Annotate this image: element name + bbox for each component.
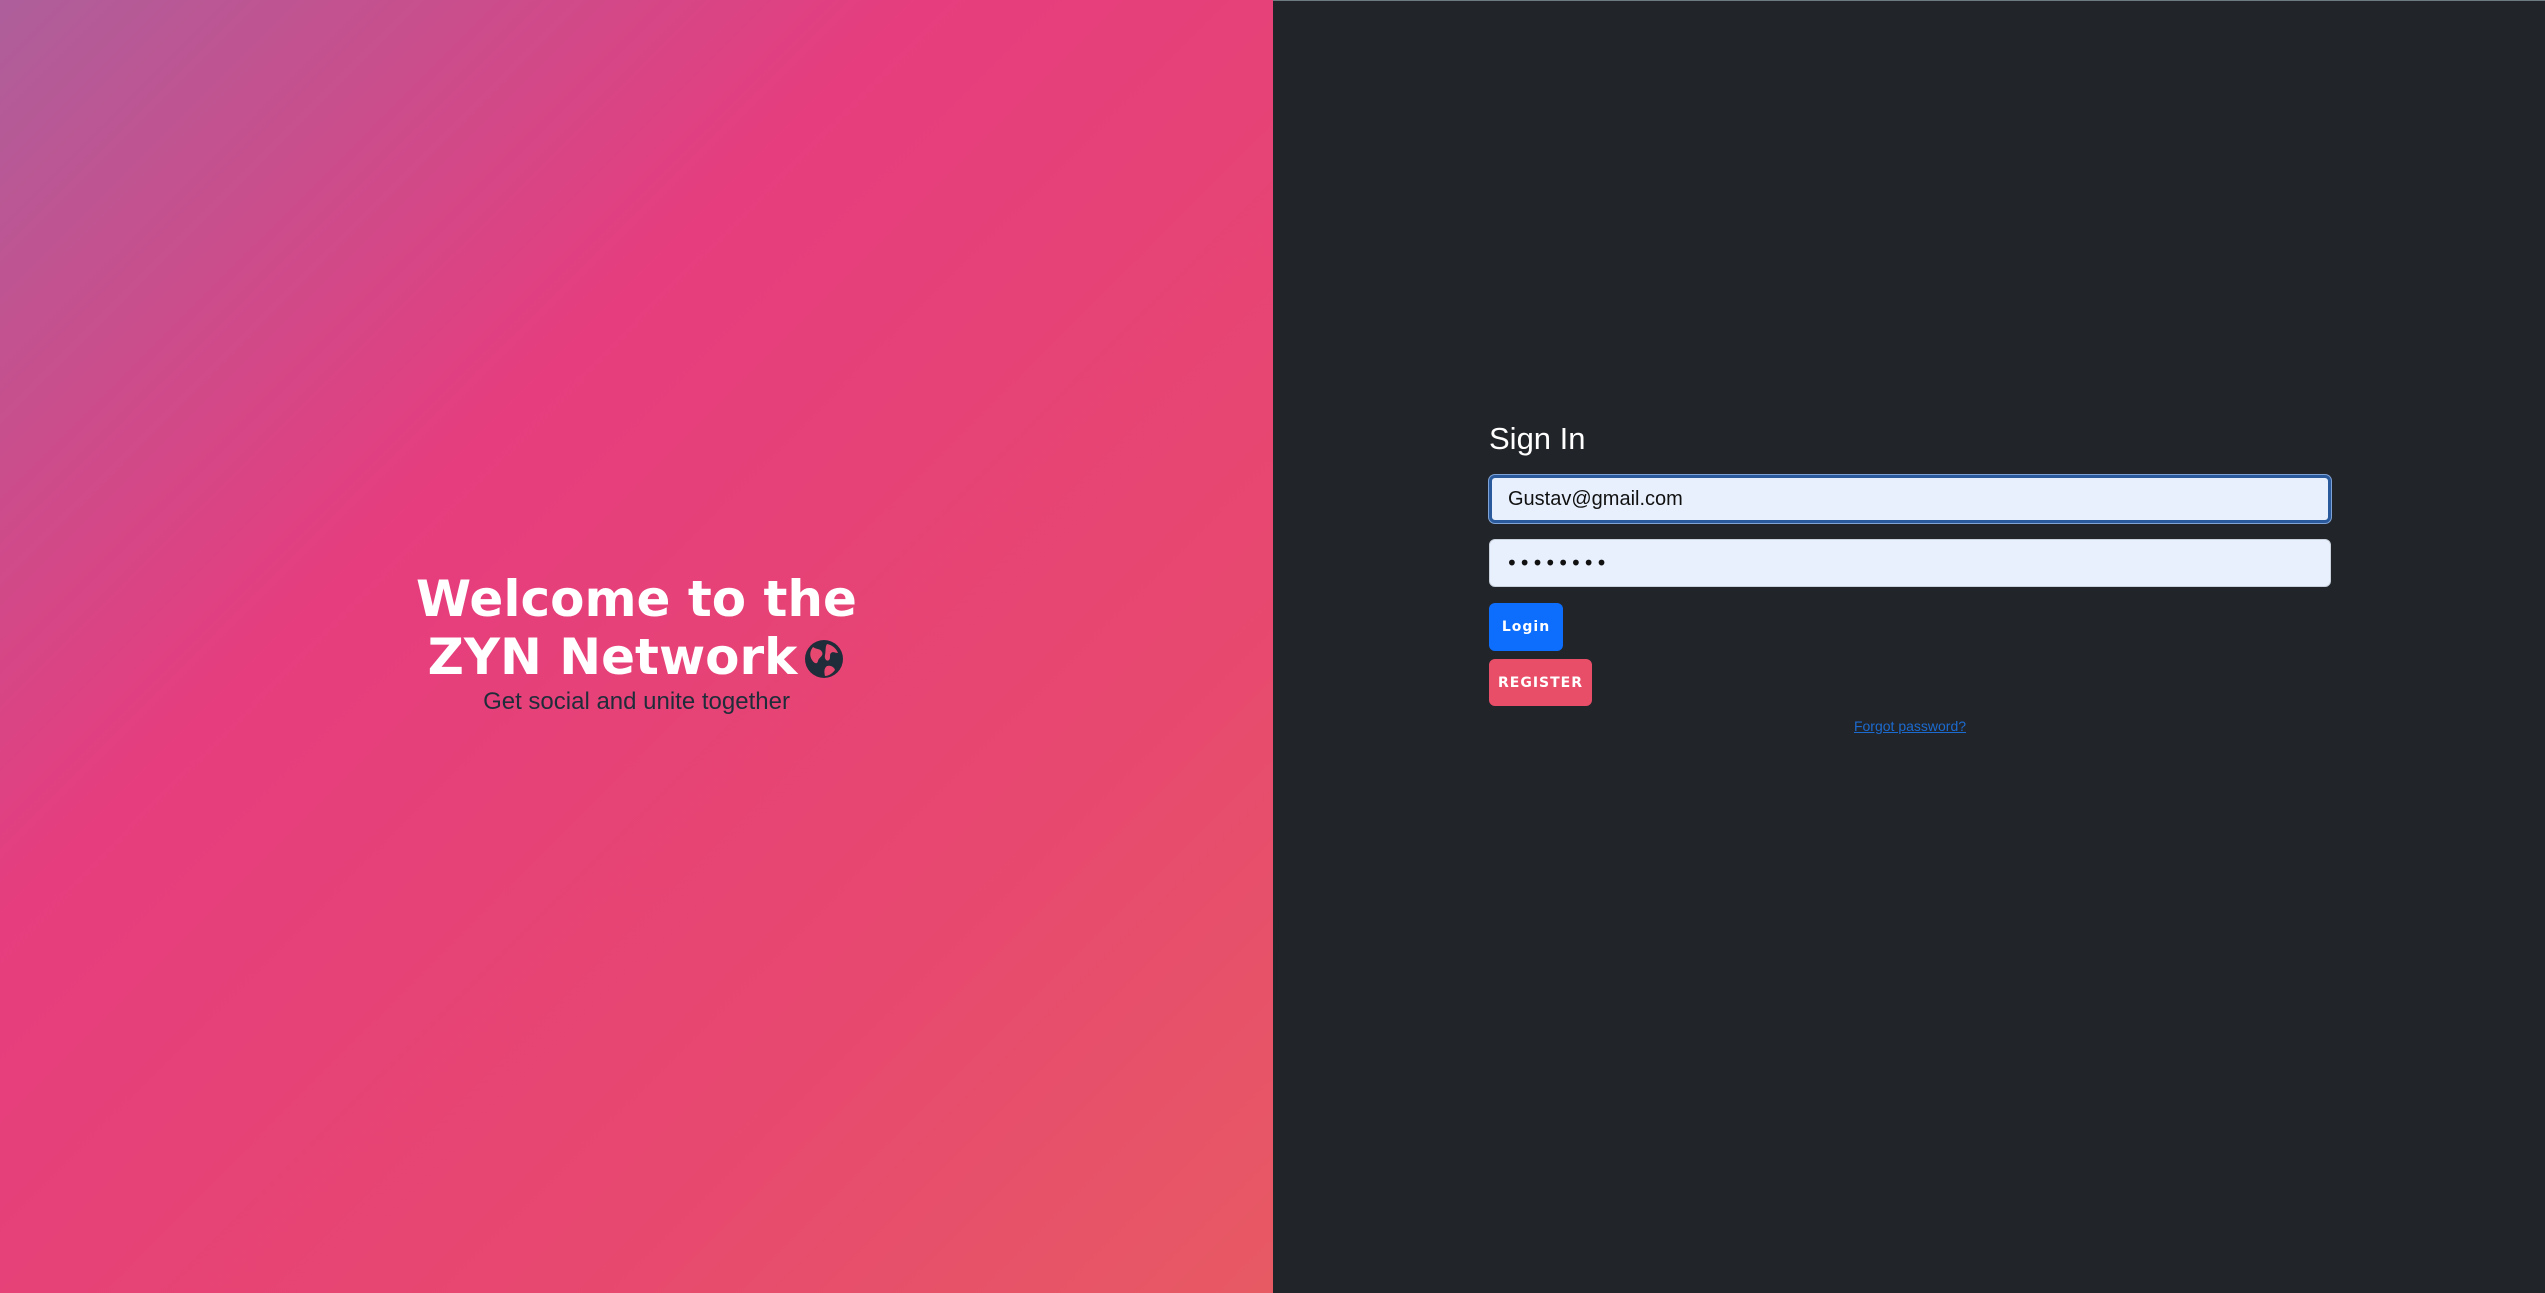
welcome-title-text: Welcome to the ZYN Network [416,570,857,686]
password-field[interactable] [1489,539,2331,587]
signin-panel: Sign In Login REGISTER Forgot password? [1273,0,2545,1293]
welcome-subtitle: Get social and unite together [483,688,790,715]
signin-title: Sign In [1489,421,1586,456]
login-page: Welcome to the ZYN Network Get social an… [0,0,2545,1293]
welcome-panel: Welcome to the ZYN Network Get social an… [0,0,1273,1293]
signin-form: Sign In Login REGISTER Forgot password? [1489,421,2331,734]
login-button[interactable]: Login [1489,603,1563,651]
forgot-password-link[interactable]: Forgot password? [1489,718,2331,734]
email-field[interactable] [1489,475,2331,523]
welcome-block: Welcome to the ZYN Network Get social an… [0,570,1273,716]
register-button[interactable]: REGISTER [1489,659,1592,706]
globe-icon [803,634,845,678]
welcome-title: Welcome to the ZYN Network [357,570,917,686]
